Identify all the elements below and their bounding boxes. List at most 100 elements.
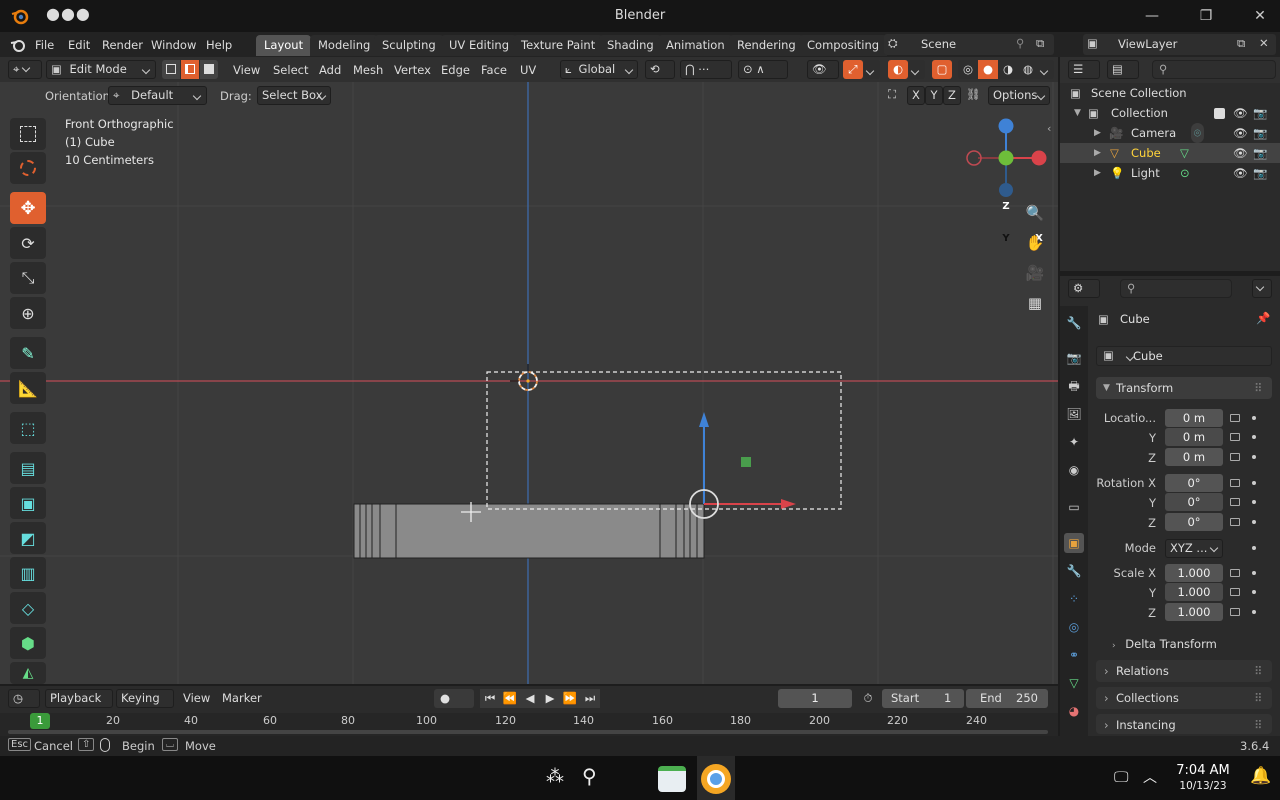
lock-icon[interactable] bbox=[1230, 608, 1240, 616]
3d-viewport[interactable]: Z X Y Front Orthographic (1) Cube 10 Cen… bbox=[0, 82, 1058, 684]
play-reverse-icon[interactable]: ◀ bbox=[520, 689, 540, 708]
material-tab-icon[interactable]: ◕ bbox=[1064, 701, 1084, 721]
gizmo-dropdown-icon[interactable] bbox=[864, 60, 880, 79]
view-layer-selector[interactable]: ▣ ViewLayer ⧉ ✕ bbox=[1083, 34, 1276, 55]
camera-visibility-icon[interactable]: 👁 bbox=[1233, 123, 1248, 143]
menu-add[interactable]: Add bbox=[319, 61, 341, 79]
scene-new-icon[interactable]: ⧉ bbox=[1036, 36, 1044, 51]
outliner-editor-type[interactable]: ☰ bbox=[1068, 60, 1100, 79]
menu-window[interactable]: Window bbox=[151, 36, 196, 54]
cube-render-icon[interactable]: 📷 bbox=[1253, 143, 1267, 163]
blender-menu-icon[interactable] bbox=[10, 37, 26, 53]
shading-rendered-icon[interactable]: ◍ bbox=[1018, 60, 1038, 79]
keyframe-dot-icon[interactable] bbox=[1252, 481, 1256, 485]
timeline-menu-marker[interactable]: Marker bbox=[222, 689, 262, 707]
close-icon[interactable]: ✕ bbox=[1250, 6, 1270, 26]
gizmo-toggle-icon[interactable]: ⤢ bbox=[843, 60, 863, 79]
xray-toggle-icon[interactable]: ▢ bbox=[932, 60, 952, 79]
particles-tab-icon[interactable]: ⁘ bbox=[1064, 589, 1084, 609]
notification-bell-icon[interactable]: 🔔 bbox=[1250, 766, 1271, 786]
autokey-options-button[interactable] bbox=[456, 689, 474, 708]
tab-animation[interactable]: Animation bbox=[658, 35, 733, 56]
properties-options-dropdown[interactable] bbox=[1252, 279, 1272, 298]
relations-panel-header[interactable]: › Relations ⠿ bbox=[1096, 660, 1272, 682]
collection-visibility-icon[interactable]: 👁 bbox=[1233, 103, 1248, 123]
keyframe-dot-icon[interactable] bbox=[1252, 590, 1256, 594]
expand-arrow-icon[interactable]: ▶ bbox=[1094, 123, 1101, 143]
delta-transform-subpanel[interactable]: › Delta Transform bbox=[1112, 635, 1272, 653]
spin-tool[interactable]: ◭ bbox=[10, 662, 46, 684]
menu-edit[interactable]: Edit bbox=[68, 36, 90, 54]
tab-modeling[interactable]: Modeling bbox=[310, 35, 379, 56]
tab-rendering[interactable]: Rendering bbox=[729, 35, 804, 56]
lock-icon[interactable] bbox=[1230, 453, 1240, 461]
keying-menu[interactable]: Keying bbox=[116, 689, 174, 719]
scale-z-field[interactable]: 1.000 bbox=[1165, 603, 1223, 621]
maximize-icon[interactable]: ❐ bbox=[1196, 6, 1216, 26]
lock-icon[interactable] bbox=[1230, 498, 1240, 506]
expand-arrow-icon[interactable]: ▶ bbox=[1094, 143, 1101, 163]
face-select-icon[interactable] bbox=[200, 60, 218, 79]
collection-tab-icon[interactable]: ▭ bbox=[1064, 497, 1084, 517]
view-layer-new-icon[interactable]: ⧉ bbox=[1237, 36, 1245, 51]
measure-tool[interactable]: 📐 bbox=[10, 372, 46, 404]
collections-panel-header[interactable]: › Collections ⠿ bbox=[1096, 687, 1272, 709]
menu-face[interactable]: Face bbox=[481, 61, 507, 79]
clock-time[interactable]: 7:04 AM bbox=[1170, 763, 1236, 778]
light-visibility-icon[interactable]: 👁 bbox=[1233, 163, 1248, 183]
view-layer-tab-icon[interactable]: 🖼 bbox=[1064, 404, 1084, 424]
snap-dropdown[interactable]: ⋂ ⋯ bbox=[680, 60, 732, 79]
tab-uv-editing[interactable]: UV Editing bbox=[441, 35, 517, 56]
rotation-mode-dropdown[interactable]: XYZ ... bbox=[1165, 539, 1223, 558]
tab-texture-paint[interactable]: Texture Paint bbox=[513, 35, 604, 56]
shading-material-icon[interactable]: ◑ bbox=[998, 60, 1018, 79]
play-icon[interactable]: ▶ bbox=[540, 689, 560, 708]
transform-orientation-dropdown[interactable]: ⟀ Global bbox=[560, 60, 638, 79]
outliner-search-input[interactable]: ⚲ bbox=[1152, 60, 1276, 79]
next-keyframe-icon[interactable]: ⏩ bbox=[560, 689, 580, 708]
keyframe-dot-icon[interactable] bbox=[1252, 571, 1256, 575]
lock-icon[interactable] bbox=[1230, 479, 1240, 487]
world-tab-icon[interactable]: ◉ bbox=[1064, 460, 1084, 480]
render-tab-icon[interactable]: 📷 bbox=[1064, 348, 1084, 368]
location-x-field[interactable]: 0 m bbox=[1165, 409, 1223, 427]
bevel-tool[interactable]: ◩ bbox=[10, 522, 46, 554]
collection-render-icon[interactable]: 📷 bbox=[1253, 103, 1267, 123]
taskbar-search-icon[interactable]: ⚲ bbox=[582, 764, 597, 788]
orientation-dropdown[interactable]: ⌖ Default bbox=[108, 86, 207, 105]
shading-wireframe-icon[interactable]: ◎ bbox=[958, 60, 978, 79]
instancing-panel-header[interactable]: › Instancing ⠿ bbox=[1096, 714, 1272, 734]
link-icon[interactable]: ⛓ bbox=[966, 87, 981, 101]
minimize-icon[interactable]: — bbox=[1142, 6, 1162, 26]
mode-dropdown[interactable]: ▣ Edit Mode bbox=[46, 60, 156, 79]
shading-dropdown-icon[interactable] bbox=[1038, 60, 1054, 79]
cube-visibility-icon[interactable]: 👁 bbox=[1233, 143, 1248, 163]
keyframe-dot-icon[interactable] bbox=[1252, 416, 1256, 420]
expand-arrow-icon[interactable]: ▼ bbox=[1074, 103, 1081, 123]
sidebar-toggle-icon[interactable]: ‹ bbox=[1047, 122, 1051, 135]
keyframe-dot-icon[interactable] bbox=[1252, 520, 1256, 524]
end-frame-field[interactable]: End 250 bbox=[966, 689, 1048, 708]
rotation-x-field[interactable]: 0° bbox=[1165, 474, 1223, 492]
jump-start-icon[interactable]: ⏮ bbox=[480, 689, 500, 708]
menu-mesh[interactable]: Mesh bbox=[353, 61, 383, 79]
pivot-point-dropdown[interactable]: ⟲ bbox=[645, 60, 675, 79]
properties-editor-type[interactable]: ⚙ bbox=[1068, 279, 1100, 298]
menu-edge[interactable]: Edge bbox=[441, 61, 470, 79]
scale-x-field[interactable]: 1.000 bbox=[1165, 564, 1223, 582]
constraints-tab-icon[interactable]: ⚭ bbox=[1064, 645, 1084, 665]
display-icon[interactable]: 🖵 bbox=[1114, 768, 1128, 786]
current-frame-field[interactable]: 1 bbox=[778, 689, 852, 708]
lock-icon[interactable] bbox=[1230, 569, 1240, 577]
rotation-y-field[interactable]: 0° bbox=[1165, 493, 1223, 511]
view-layer-remove-icon[interactable]: ✕ bbox=[1259, 36, 1269, 50]
drag-dropdown[interactable]: Select Box bbox=[257, 86, 331, 105]
scale-y-field[interactable]: 1.000 bbox=[1165, 583, 1223, 601]
scene-selector[interactable]: ⛭ Scene ⚲ ⧉ bbox=[884, 34, 1054, 55]
tab-sculpting[interactable]: Sculpting bbox=[374, 35, 444, 56]
lock-icon[interactable] bbox=[1230, 518, 1240, 526]
playhead-frame-indicator[interactable]: 1 bbox=[30, 713, 50, 729]
jump-end-icon[interactable]: ⏭ bbox=[580, 689, 600, 708]
lock-icon[interactable] bbox=[1230, 433, 1240, 441]
inset-tool[interactable]: ▣ bbox=[10, 487, 46, 519]
